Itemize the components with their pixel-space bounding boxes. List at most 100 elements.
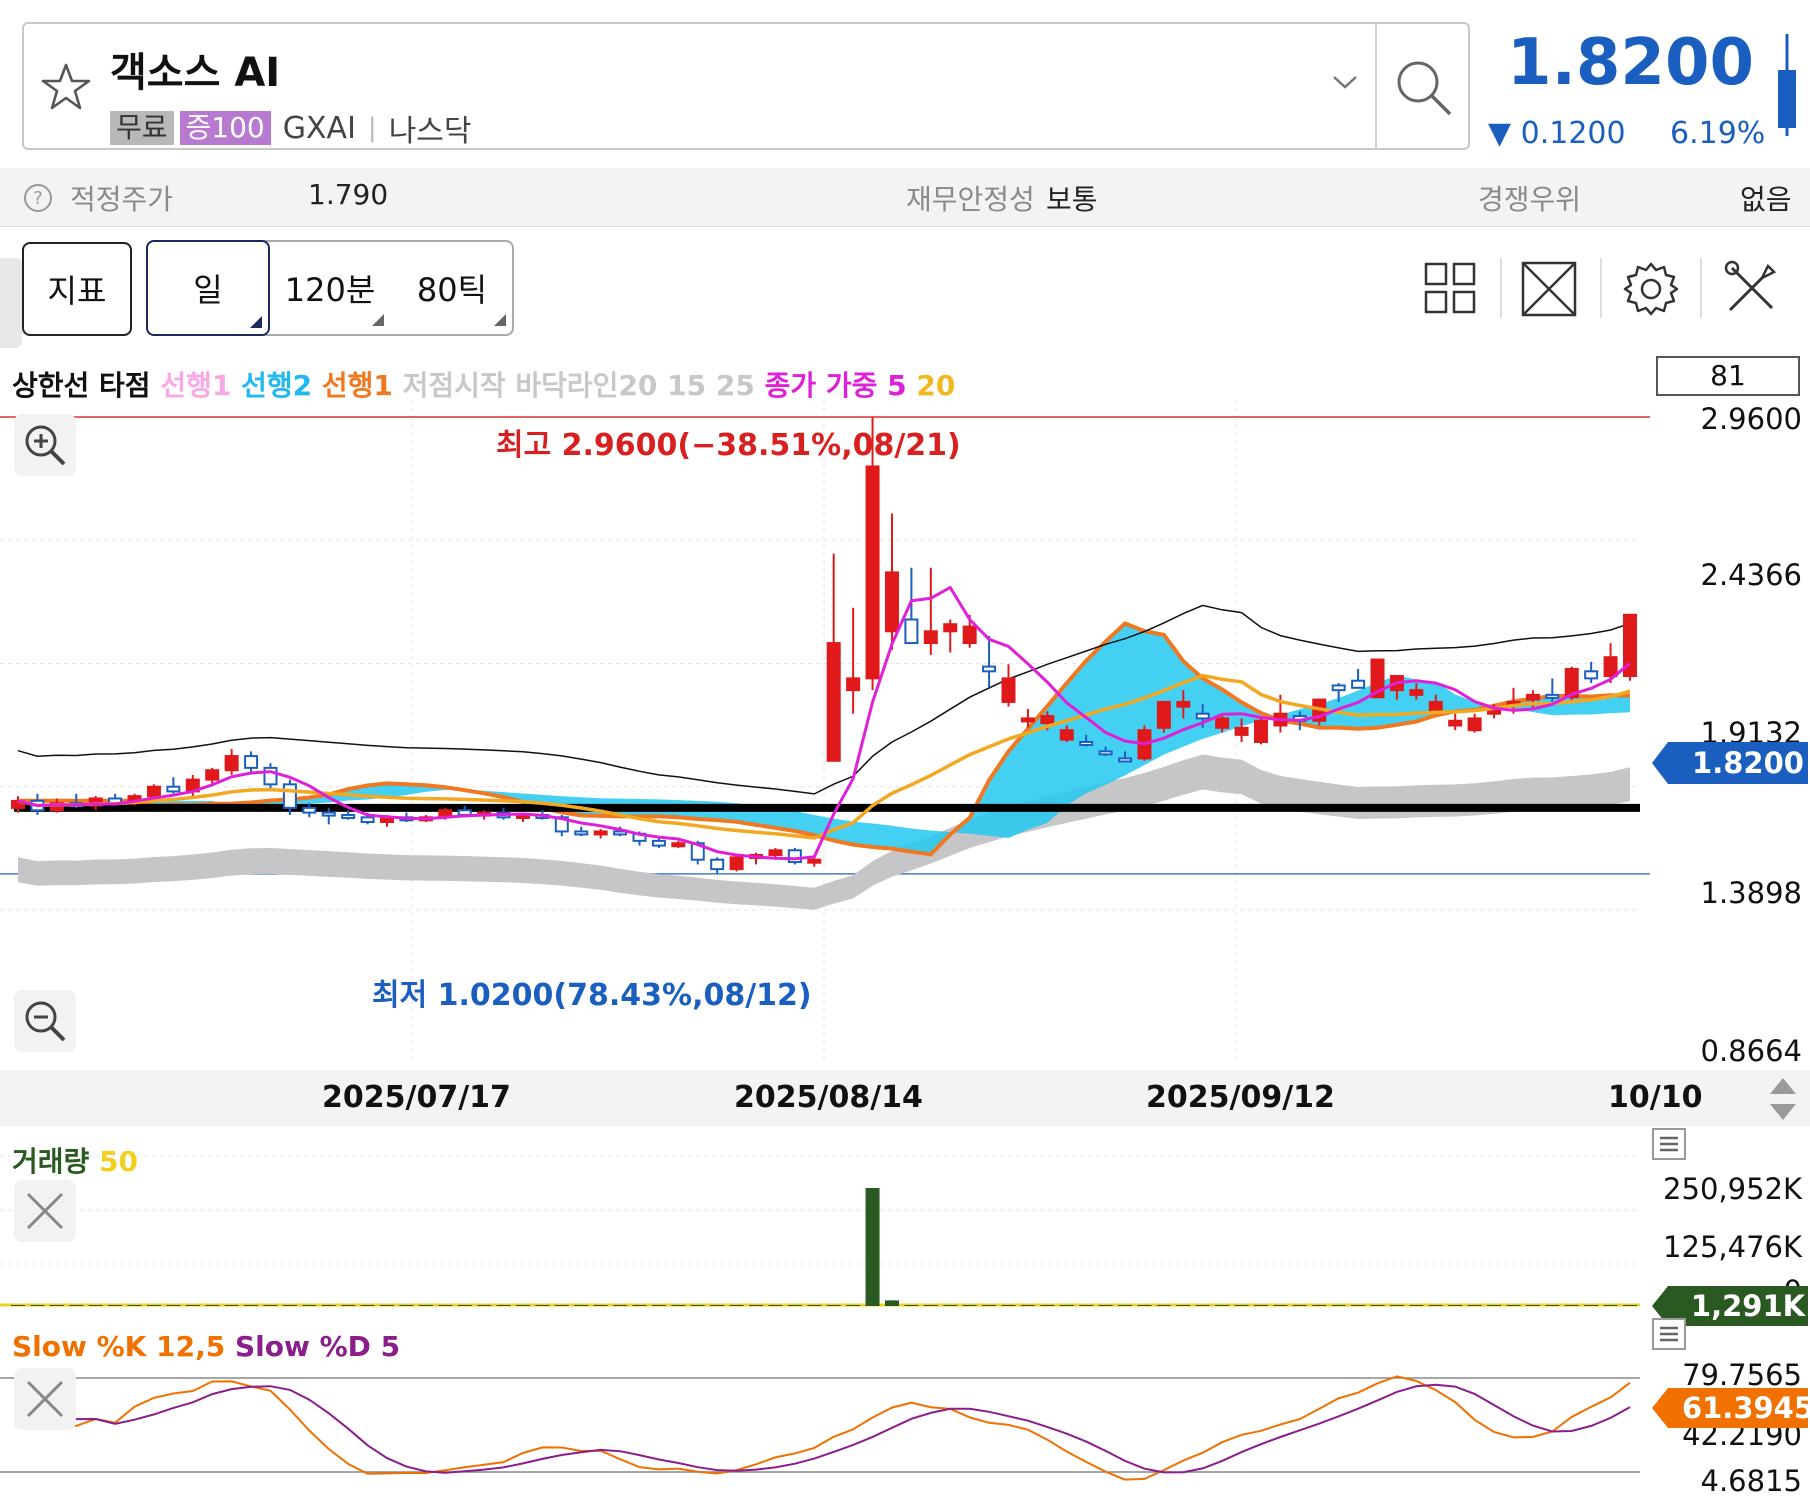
volume-bar: [1079, 1305, 1094, 1306]
stock-name: 객소스 AI: [110, 50, 281, 96]
volume-menu-icon[interactable]: [1652, 1128, 1686, 1160]
candle-body: [651, 839, 666, 847]
volume-bar: [1448, 1305, 1463, 1306]
volume-bar: [1525, 1305, 1540, 1306]
zoom-out-icon[interactable]: [14, 990, 76, 1052]
volume-bar: [632, 1305, 647, 1306]
candle-body: [321, 811, 336, 817]
volume-bar: [923, 1305, 938, 1306]
date-tick: 2025/09/12: [1146, 1080, 1335, 1115]
volume-bar: [205, 1305, 220, 1306]
candle-body: [166, 785, 181, 793]
volume-bar: [302, 1305, 317, 1306]
volume-bar: [1564, 1305, 1579, 1306]
volume-bar: [30, 1305, 45, 1306]
tools-icon[interactable]: [1722, 260, 1780, 318]
divider: [1375, 22, 1377, 150]
volume-bar: [69, 1305, 84, 1306]
candle-body: [1331, 684, 1346, 692]
volume-bar: [399, 1305, 414, 1306]
volume-bar: [535, 1305, 550, 1306]
volume-bar: [749, 1305, 764, 1306]
side-drawer-handle[interactable]: [0, 258, 22, 348]
volume-bar: [982, 1305, 997, 1306]
volume-bar: [1331, 1305, 1346, 1306]
price-chart[interactable]: [0, 400, 1810, 1060]
candle-body: [1040, 715, 1055, 725]
stock-tags: 무료 증100 GXAI | 나스닥: [110, 106, 472, 150]
volume-bar: [321, 1305, 336, 1306]
candle-body: [146, 785, 161, 798]
volume-chart[interactable]: [0, 1126, 1810, 1316]
candle-body: [1001, 677, 1016, 703]
free-tag: 무료: [110, 111, 174, 145]
layout-grid-icon[interactable]: [1424, 262, 1476, 314]
settings-gear-icon[interactable]: [1622, 260, 1680, 318]
candle-body: [807, 858, 822, 864]
volume-bar: [884, 1300, 899, 1306]
candle-body: [904, 618, 919, 645]
price-change-pct: 6.19%: [1670, 116, 1766, 151]
candle-body: [360, 816, 375, 824]
candle-body: [1409, 689, 1424, 696]
volume-bar: [904, 1305, 919, 1306]
volume-bar: [807, 1305, 822, 1306]
divider: [1600, 258, 1602, 318]
volume-bar: [1137, 1305, 1152, 1306]
volume-bar: [1215, 1305, 1230, 1306]
period-120min-button[interactable]: 120분: [270, 240, 390, 336]
indicator-button[interactable]: 지표: [22, 242, 132, 336]
candle-body: [768, 849, 783, 856]
zoom-in-icon[interactable]: [14, 414, 76, 476]
candle-body: [1176, 700, 1191, 708]
candle-body: [923, 630, 938, 645]
chevron-down-icon[interactable]: [1330, 72, 1360, 92]
candle-body: [1020, 717, 1035, 723]
scroll-updown-icon[interactable]: [1766, 1076, 1800, 1122]
volume-bar: [1584, 1305, 1599, 1306]
fullscreen-icon[interactable]: [1520, 260, 1578, 318]
candle-body: [962, 625, 977, 645]
candle-body: [865, 465, 880, 680]
volume-bar: [1428, 1305, 1443, 1306]
volume-bar: [496, 1305, 511, 1306]
volume-bar: [1234, 1305, 1249, 1306]
volume-bar: [438, 1305, 453, 1306]
volume-bar: [1487, 1305, 1502, 1306]
svg-text:?: ?: [33, 188, 43, 209]
close-stochastic-icon[interactable]: [14, 1368, 76, 1430]
candle-body: [1603, 656, 1618, 678]
volume-tick: 125,476K: [1663, 1230, 1802, 1264]
volume-bar: [418, 1305, 433, 1306]
volume-bar: [282, 1305, 297, 1306]
period-day-button[interactable]: 일: [146, 240, 270, 336]
candle-body: [671, 842, 686, 848]
volume-bar: [1389, 1305, 1404, 1306]
date-tick: 2025/07/17: [322, 1080, 511, 1115]
volume-bar: [224, 1305, 239, 1306]
volume-bar: [574, 1305, 589, 1306]
volume-bar: [826, 1305, 841, 1306]
slow-d-line: [17, 1383, 1631, 1474]
candle-body: [244, 755, 259, 769]
stability-label: 재무안정성: [906, 183, 1035, 216]
stochastic-menu-icon[interactable]: [1652, 1318, 1686, 1350]
search-icon[interactable]: [1392, 56, 1456, 120]
period-80tick-button[interactable]: 80틱: [390, 240, 514, 336]
volume-bar: [1118, 1305, 1133, 1306]
volume-bar: [1409, 1305, 1424, 1306]
volume-bar: [185, 1305, 200, 1306]
close-volume-icon[interactable]: [14, 1180, 76, 1242]
candle-body: [1584, 670, 1599, 680]
volume-bar: [341, 1305, 356, 1306]
candle-body: [1234, 726, 1249, 736]
volume-bar: [1001, 1305, 1016, 1306]
volume-bar: [554, 1305, 569, 1306]
volume-bar: [1603, 1305, 1618, 1306]
divider: [1500, 258, 1502, 318]
price-tick: 2.4366: [1700, 558, 1802, 592]
star-icon[interactable]: [38, 60, 94, 116]
help-icon[interactable]: ?: [22, 182, 54, 214]
volume-bar: [11, 1305, 25, 1306]
fair-price-label: 적정주가: [70, 183, 174, 216]
